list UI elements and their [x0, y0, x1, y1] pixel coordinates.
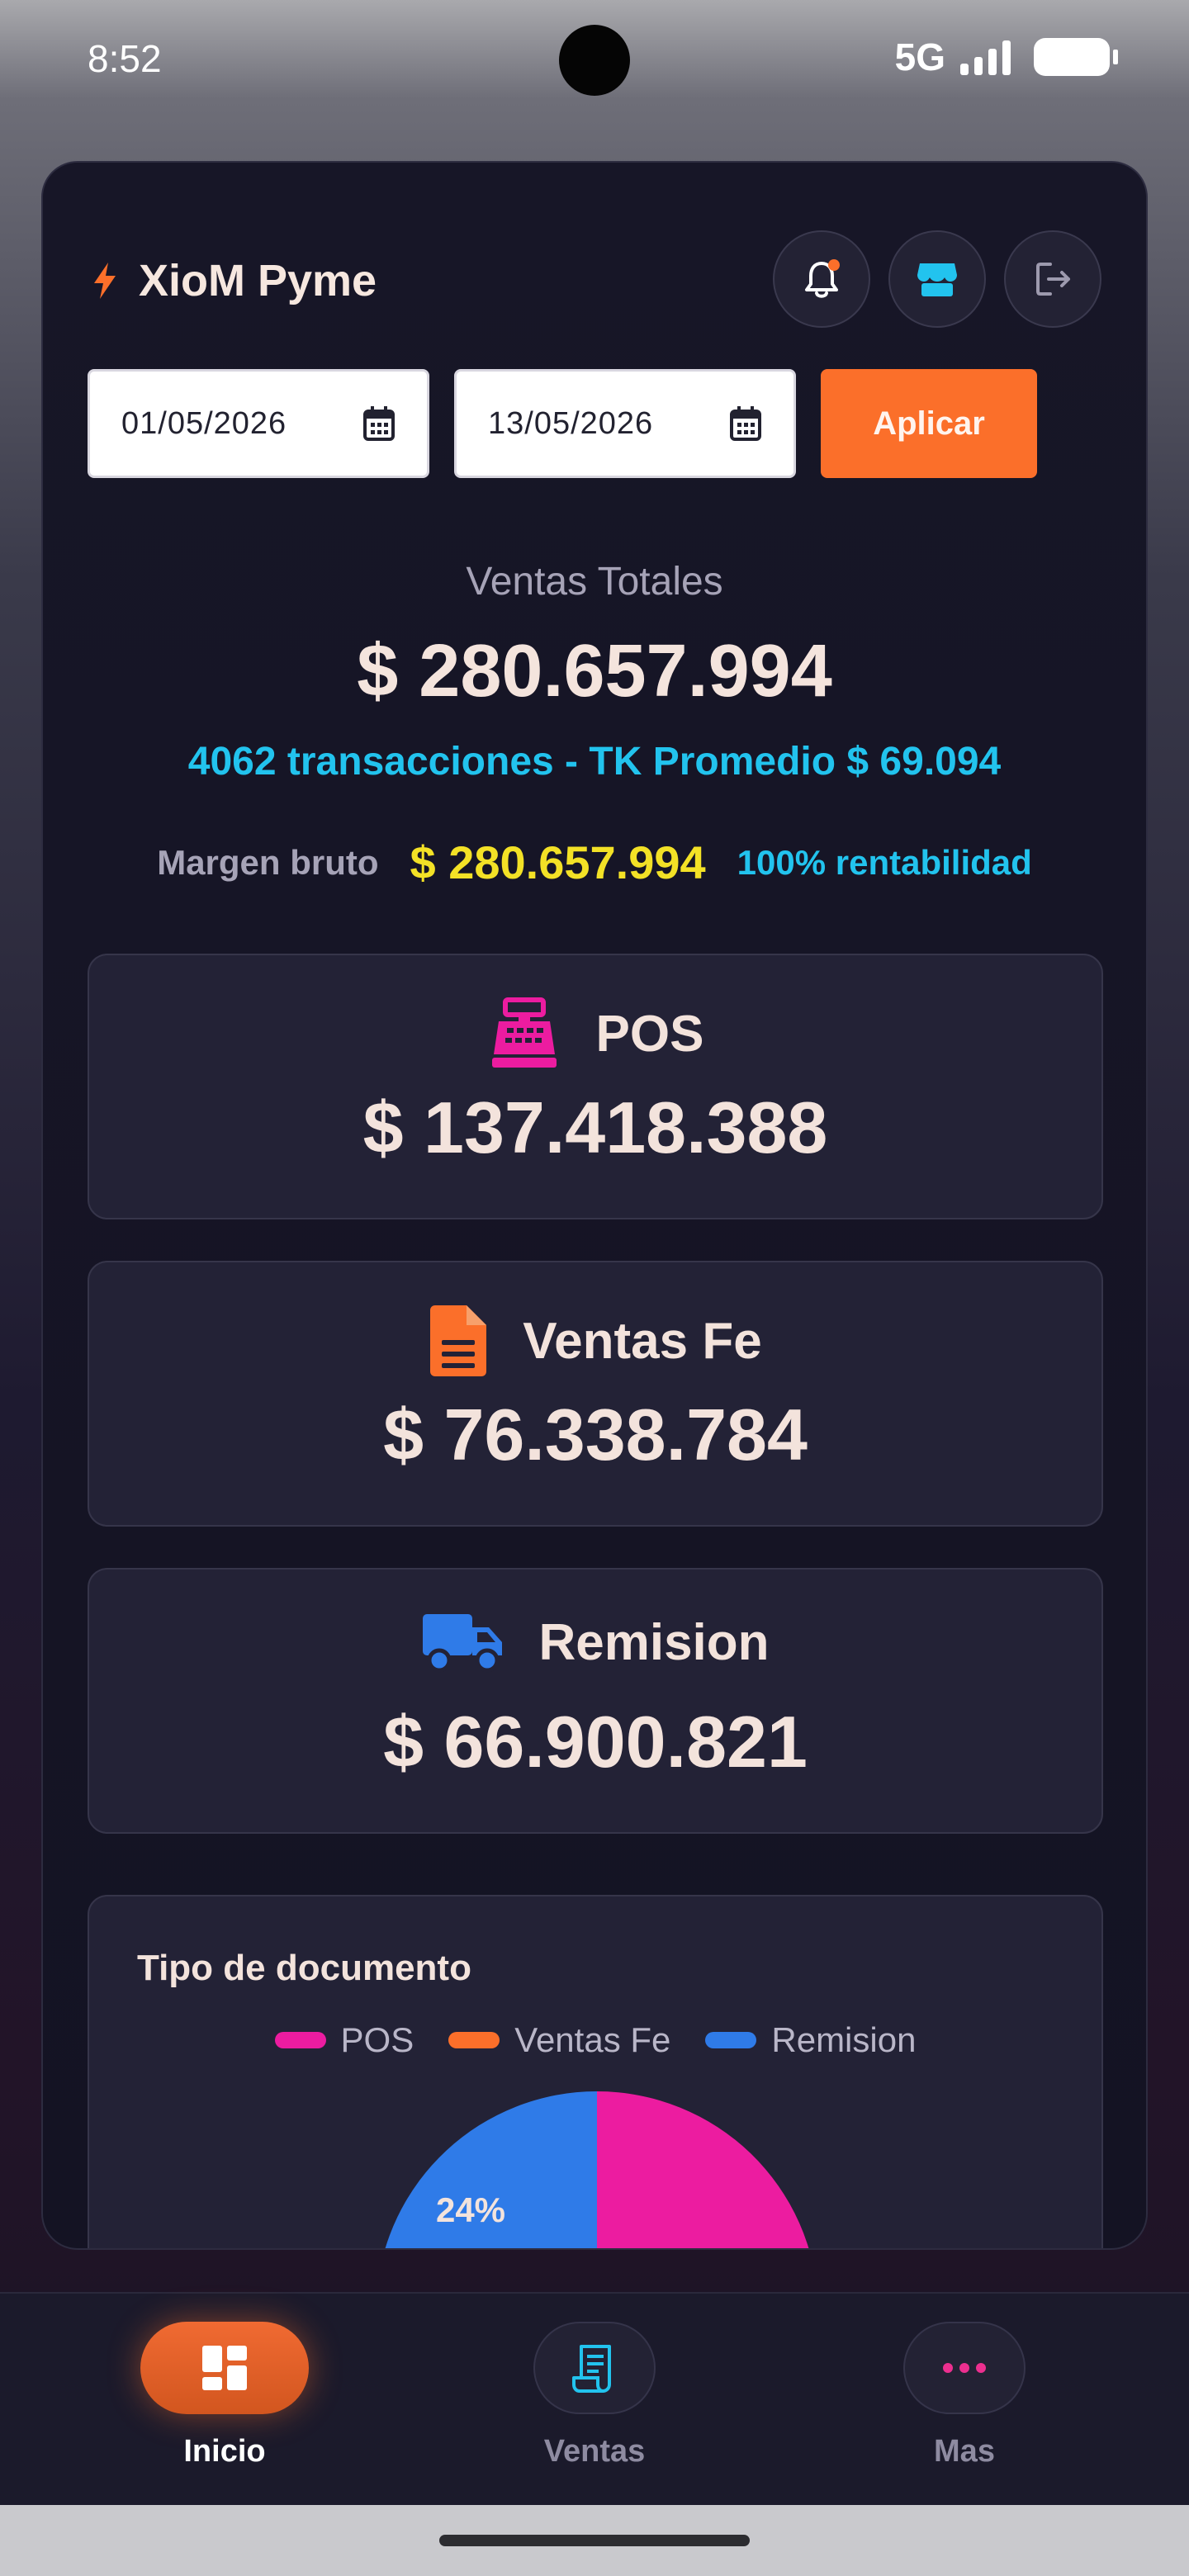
- more-dots-icon: [943, 2363, 986, 2373]
- transactions-summary: 4062 transacciones - TK Promedio $ 69.09…: [187, 740, 1002, 784]
- home-bar[interactable]: [439, 2535, 750, 2546]
- app-header: XioM Pyme: [43, 163, 1146, 336]
- calendar-icon: [363, 406, 395, 441]
- kpi-header: Remision: [89, 1611, 1101, 1674]
- receipt-icon: [572, 2345, 611, 2393]
- date-from-value: 01/05/2026: [121, 405, 287, 441]
- logout-button[interactable]: [1004, 230, 1101, 328]
- date-filter-row: 01/05/2026 13/05/2026 Aplicar: [88, 369, 1037, 478]
- kpi-amount: $ 137.418.388: [362, 1087, 828, 1168]
- bell-icon: [805, 259, 840, 298]
- kpi-amount: $ 66.900.821: [383, 1701, 808, 1783]
- camera-cutout: [559, 25, 630, 96]
- header-actions: [773, 230, 1101, 328]
- date-to-input[interactable]: 13/05/2026: [454, 369, 796, 478]
- document-type-chart: Tipo de documento POS Ventas Fe Remision…: [88, 1895, 1103, 2250]
- date-from-input[interactable]: 01/05/2026: [88, 369, 429, 478]
- nav-pill: [903, 2322, 1026, 2414]
- pie-label-remision: 24%: [436, 2190, 505, 2229]
- truck-icon: [423, 1614, 503, 1673]
- store-button[interactable]: [888, 230, 986, 328]
- store-icon: [917, 263, 957, 296]
- totals-summary: Ventas Totales $ 280.657.994 4062 transa…: [43, 559, 1146, 784]
- kpi-header: Ventas Fe: [89, 1304, 1101, 1378]
- kpi-amount: $ 76.338.784: [383, 1394, 808, 1475]
- calendar-icon: [730, 406, 761, 441]
- status-indicators: 5G: [894, 35, 1118, 79]
- brand: XioM Pyme: [92, 255, 377, 306]
- nav-label: Inicio: [183, 2434, 266, 2469]
- kpi-card-pos[interactable]: POS $ 137.418.388: [88, 954, 1103, 1219]
- nav-item-mas[interactable]: Mas: [841, 2294, 1088, 2507]
- nav-pill-active: [140, 2322, 309, 2414]
- nav-pill: [533, 2322, 656, 2414]
- pie-chart: 24%: [385, 2091, 818, 2250]
- battery-icon: [1034, 38, 1118, 76]
- kpi-card-ventas-fe[interactable]: Ventas Fe $ 76.338.784: [88, 1261, 1103, 1527]
- cash-register-icon: [491, 997, 557, 1068]
- margin-row: Margen bruto $ 280.657.994 100% rentabil…: [43, 836, 1146, 889]
- notifications-button[interactable]: [773, 230, 870, 328]
- nav-item-ventas[interactable]: Ventas: [471, 2294, 718, 2507]
- kpi-title: Remision: [538, 1613, 770, 1671]
- bolt-icon: [94, 263, 116, 299]
- network-label: 5G: [894, 36, 945, 78]
- system-home-area: [0, 2505, 1189, 2576]
- kpi-header: POS: [89, 997, 1101, 1071]
- totals-label: Ventas Totales: [466, 560, 723, 604]
- date-to-value: 13/05/2026: [488, 405, 654, 441]
- totals-amount: $ 280.657.994: [357, 630, 832, 713]
- document-icon: [430, 1305, 487, 1376]
- status-time: 8:52: [88, 37, 162, 80]
- pie-slice-pos[interactable]: [597, 2091, 818, 2250]
- apply-button[interactable]: Aplicar: [821, 369, 1037, 478]
- kpi-card-remision[interactable]: Remision $ 66.900.821: [88, 1568, 1103, 1834]
- nav-label: Mas: [934, 2434, 995, 2469]
- nav-item-inicio[interactable]: Inicio: [101, 2294, 348, 2507]
- dashboard-card: XioM Pyme 01/05/2026 13/05/2026 Aplicar …: [41, 161, 1148, 2250]
- signal-icon: [960, 39, 1011, 75]
- brand-name: XioM Pyme: [139, 256, 377, 305]
- status-bar: 8:52 5G: [0, 0, 1189, 124]
- pie-hole: [533, 2248, 661, 2250]
- kpi-title: Ventas Fe: [523, 1312, 762, 1370]
- margin-amount: $ 280.657.994: [410, 836, 706, 888]
- margin-label: Margen bruto: [157, 842, 379, 882]
- logout-icon: [1036, 263, 1070, 296]
- margin-percentage: 100% rentabilidad: [737, 842, 1032, 882]
- kpi-title: POS: [595, 1005, 704, 1063]
- bottom-navigation: Inicio Ventas Mas: [0, 2292, 1189, 2505]
- nav-label: Ventas: [543, 2434, 646, 2469]
- dashboard-icon: [202, 2346, 247, 2390]
